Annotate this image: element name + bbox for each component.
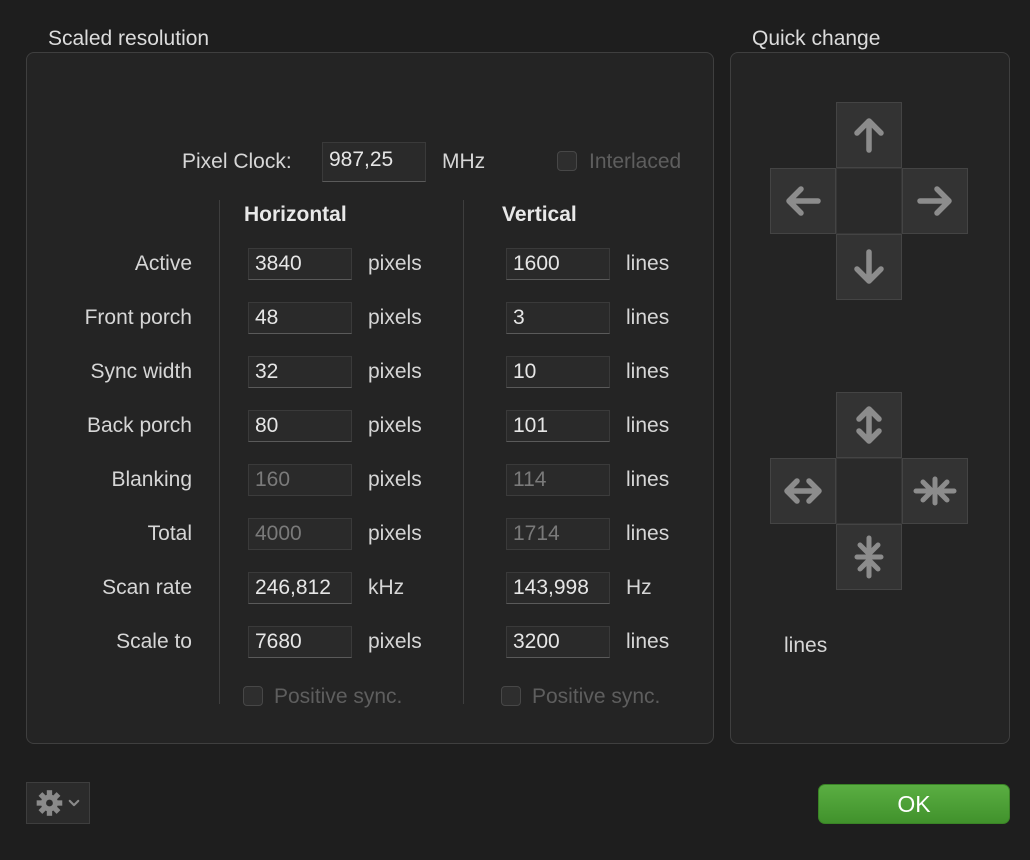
v-blanking-value: 114 [506, 464, 610, 496]
v-active-input[interactable]: 1600 [506, 248, 610, 280]
arrow-right-button[interactable] [902, 168, 968, 234]
v-scale-to-unit: lines [626, 630, 670, 653]
h-back-porch-input[interactable]: 80 [248, 410, 352, 442]
v-blanking-unit: lines [626, 468, 670, 491]
chevron-down-icon [68, 799, 80, 807]
shrink-vertical-button[interactable] [836, 524, 902, 590]
shrink-vertical-icon [854, 535, 884, 579]
h-scale-to-unit: pixels [368, 630, 422, 653]
arrow-up-button[interactable] [836, 102, 902, 168]
h-scale-to-input[interactable]: 7680 [248, 626, 352, 658]
v-total-unit: lines [626, 522, 670, 545]
resize-pad-center [836, 458, 902, 524]
h-positive-sync-checkbox[interactable] [243, 686, 263, 706]
vertical-header: Vertical [502, 203, 577, 226]
expand-vertical-button[interactable] [836, 392, 902, 458]
v-sync-width-input[interactable]: 10 [506, 356, 610, 388]
h-total-value: 4000 [248, 518, 352, 550]
row-label-back-porch: Back porch [86, 414, 192, 437]
interlaced-label: Interlaced [589, 150, 682, 173]
h-blanking-unit: pixels [368, 468, 422, 491]
settings-menu-button[interactable] [26, 782, 90, 824]
row-label-scan-rate: Scan rate [102, 576, 192, 599]
v-back-porch-input[interactable]: 101 [506, 410, 610, 442]
quick-change-unit-label: lines [784, 634, 828, 657]
h-active-input[interactable]: 3840 [248, 248, 352, 280]
h-scan-rate-input[interactable]: 246,812 [248, 572, 352, 604]
arrow-right-icon [917, 186, 952, 216]
v-active-unit: lines [626, 252, 670, 275]
pixel-clock-input[interactable]: 987,25 [322, 142, 426, 182]
pixel-clock-unit: MHz [442, 150, 486, 173]
arrow-down-icon [854, 249, 884, 284]
interlaced-checkbox[interactable] [557, 151, 577, 171]
row-label-scale-to: Scale to [116, 630, 192, 653]
expand-horizontal-button[interactable] [770, 458, 836, 524]
arrow-down-button[interactable] [836, 234, 902, 300]
divider-left [219, 200, 220, 704]
expand-horizontal-icon [784, 478, 822, 504]
h-positive-sync-label: Positive sync. [274, 685, 403, 708]
v-positive-sync-checkbox[interactable] [501, 686, 521, 706]
h-sync-width-unit: pixels [368, 360, 422, 383]
v-scan-rate-input[interactable]: 143,998 [506, 572, 610, 604]
row-label-front-porch: Front porch [84, 306, 192, 329]
row-label-blanking: Blanking [111, 468, 192, 491]
h-active-unit: pixels [368, 252, 422, 275]
ok-button[interactable]: OK [818, 784, 1010, 824]
v-total-value: 1714 [506, 518, 610, 550]
expand-vertical-icon [856, 406, 882, 444]
v-back-porch-unit: lines [626, 414, 670, 437]
shrink-horizontal-icon [913, 476, 957, 506]
v-positive-sync-label: Positive sync. [532, 685, 661, 708]
h-front-porch-unit: pixels [368, 306, 422, 329]
v-front-porch-input[interactable]: 3 [506, 302, 610, 334]
arrow-up-icon [854, 118, 884, 153]
gear-icon [36, 790, 80, 816]
v-scan-rate-unit: Hz [626, 576, 652, 599]
horizontal-header: Horizontal [244, 203, 347, 226]
row-label-sync-width: Sync width [90, 360, 192, 383]
scaled-resolution-title: Scaled resolution [48, 27, 210, 50]
h-back-porch-unit: pixels [368, 414, 422, 437]
v-front-porch-unit: lines [626, 306, 670, 329]
v-scale-to-input[interactable]: 3200 [506, 626, 610, 658]
v-sync-width-unit: lines [626, 360, 670, 383]
h-blanking-value: 160 [248, 464, 352, 496]
pixel-clock-label: Pixel Clock: [182, 150, 292, 173]
quick-change-title: Quick change [752, 27, 881, 50]
arrow-left-button[interactable] [770, 168, 836, 234]
row-label-active: Active [134, 252, 192, 275]
row-label-total: Total [147, 522, 192, 545]
h-front-porch-input[interactable]: 48 [248, 302, 352, 334]
divider-right [463, 200, 464, 704]
shrink-horizontal-button[interactable] [902, 458, 968, 524]
h-total-unit: pixels [368, 522, 422, 545]
arrow-left-icon [786, 186, 821, 216]
h-sync-width-input[interactable]: 32 [248, 356, 352, 388]
h-scan-rate-unit: kHz [368, 576, 405, 599]
arrow-pad-center [836, 168, 902, 234]
